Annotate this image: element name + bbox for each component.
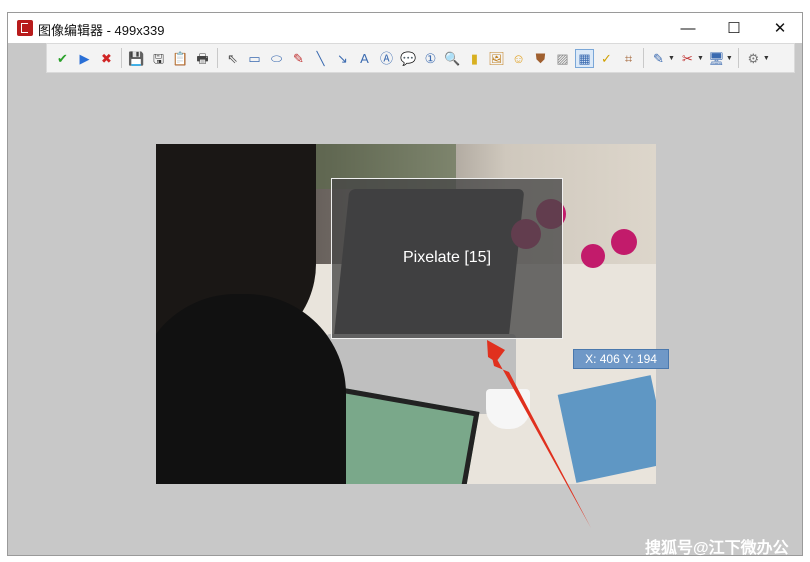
arrow-head [487, 340, 505, 362]
arrow-shape [489, 344, 591, 528]
annotation-arrow [487, 340, 591, 528]
watermark-text: 搜狐号@江下微办公 [645, 540, 789, 557]
